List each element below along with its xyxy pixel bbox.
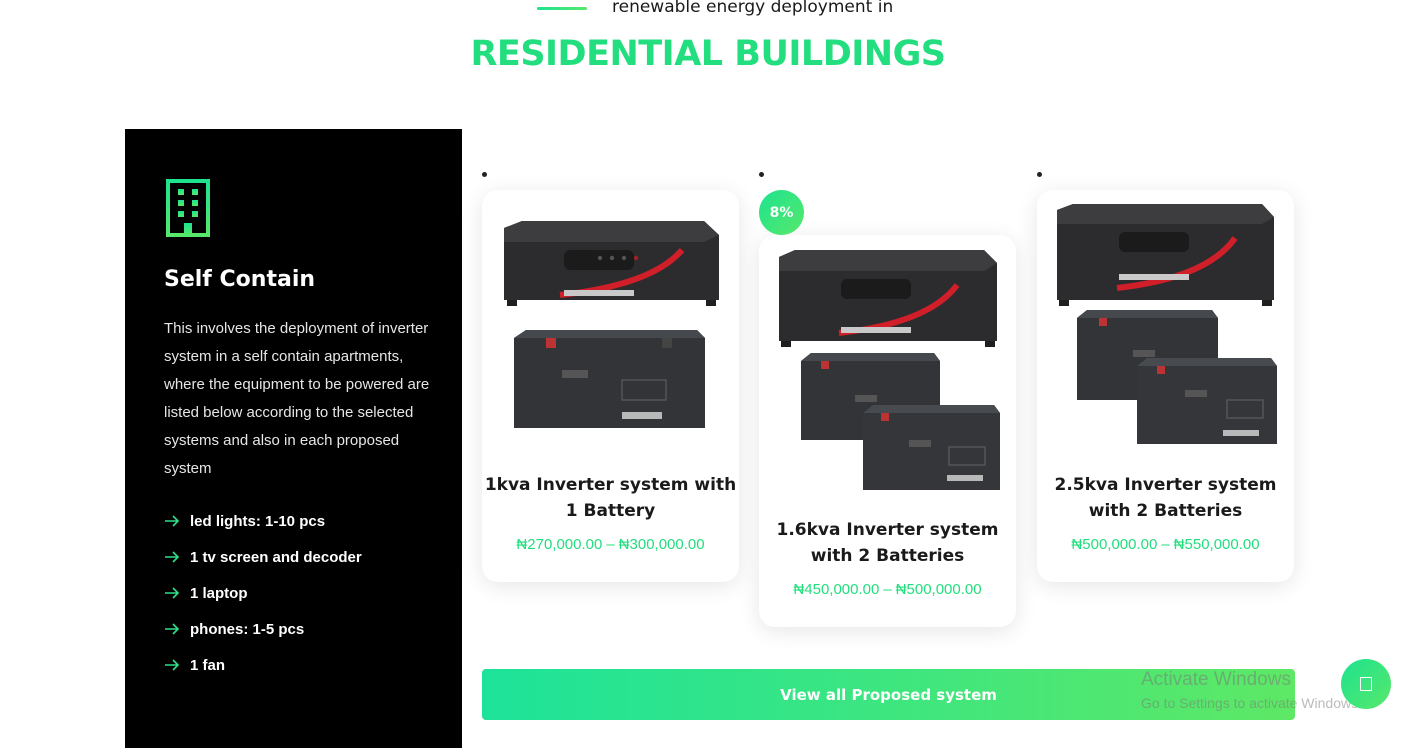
feature-label: led lights: 1-10 pcs <box>190 512 326 530</box>
product-image[interactable] <box>482 190 739 460</box>
floating-action-button[interactable] <box>1341 659 1391 709</box>
discount-badge: 8% <box>759 190 804 235</box>
watermark-title: Activate Windows <box>1141 669 1291 690</box>
list-bullet <box>759 172 764 177</box>
product-card[interactable]: 1.6kva Inverter system with 2 Batteries … <box>759 235 1016 627</box>
price-high: ₦550,000.00 <box>1173 536 1260 553</box>
list-bullet <box>1037 172 1042 177</box>
watermark-subtitle: Go to Settings to activate Windows. <box>1141 695 1362 711</box>
product-title[interactable]: 1kva Inverter system with 1 Battery <box>482 472 739 524</box>
self-contain-panel: Self Contain This involves the deploymen… <box>125 129 462 748</box>
arrow-right-icon <box>165 551 180 563</box>
price-low: ₦500,000.00 <box>1071 536 1158 553</box>
product-card[interactable]: 2.5kva Inverter system with 2 Batteries … <box>1037 190 1294 582</box>
feature-item: led lights: 1-10 pcs <box>164 503 362 539</box>
product-price: ₦450,000.00– ₦500,000.00 <box>759 581 1016 598</box>
section-title: RESIDENTIAL BUILDINGS <box>470 34 946 74</box>
feature-item: phones: 1-5 pcs <box>164 611 362 647</box>
product-price: ₦270,000.00– ₦300,000.00 <box>482 536 739 553</box>
building-icon <box>165 179 217 238</box>
product-price: ₦500,000.00– ₦550,000.00 <box>1037 536 1294 553</box>
product-card[interactable]: 1kva Inverter system with 1 Battery ₦270… <box>482 190 739 582</box>
feature-item: 1 tv screen and decoder <box>164 539 362 575</box>
feature-label: 1 tv screen and decoder <box>190 548 362 566</box>
feature-item: 1 laptop <box>164 575 362 611</box>
arrow-right-icon <box>165 659 180 671</box>
feature-label: 1 fan <box>190 656 226 674</box>
price-low: ₦270,000.00 <box>516 536 603 553</box>
list-bullet <box>482 172 487 177</box>
price-low: ₦450,000.00 <box>793 581 880 598</box>
price-high: ₦300,000.00 <box>618 536 705 553</box>
price-separator: – <box>1161 536 1170 553</box>
price-separator: – <box>606 536 615 553</box>
arrow-right-icon <box>165 515 180 527</box>
product-title[interactable]: 1.6kva Inverter system with 2 Batteries <box>759 517 1016 569</box>
panel-description: This involves the deployment of inverter… <box>164 320 430 477</box>
product-image[interactable] <box>759 235 1016 505</box>
page: renewable energy deployment in RESIDENTI… <box>0 0 1416 748</box>
product-image[interactable] <box>1037 190 1294 460</box>
feature-list: led lights: 1-10 pcs 1 tv screen and dec… <box>164 503 362 683</box>
product-title[interactable]: 2.5kva Inverter system with 2 Batteries <box>1037 472 1294 524</box>
feature-label: 1 laptop <box>190 584 248 602</box>
panel-title: Self Contain <box>164 267 316 292</box>
feature-item: 1 fan <box>164 647 362 683</box>
arrow-right-icon <box>165 587 180 599</box>
windows-activation-watermark: Activate Windows Go to Settings to activ… <box>1141 669 1362 711</box>
price-high: ₦500,000.00 <box>895 581 982 598</box>
accent-line <box>537 7 587 10</box>
section-subtitle: renewable energy deployment in <box>612 0 894 17</box>
square-icon <box>1360 677 1372 691</box>
feature-label: phones: 1-5 pcs <box>190 620 305 638</box>
arrow-right-icon <box>165 623 180 635</box>
price-separator: – <box>883 581 892 598</box>
